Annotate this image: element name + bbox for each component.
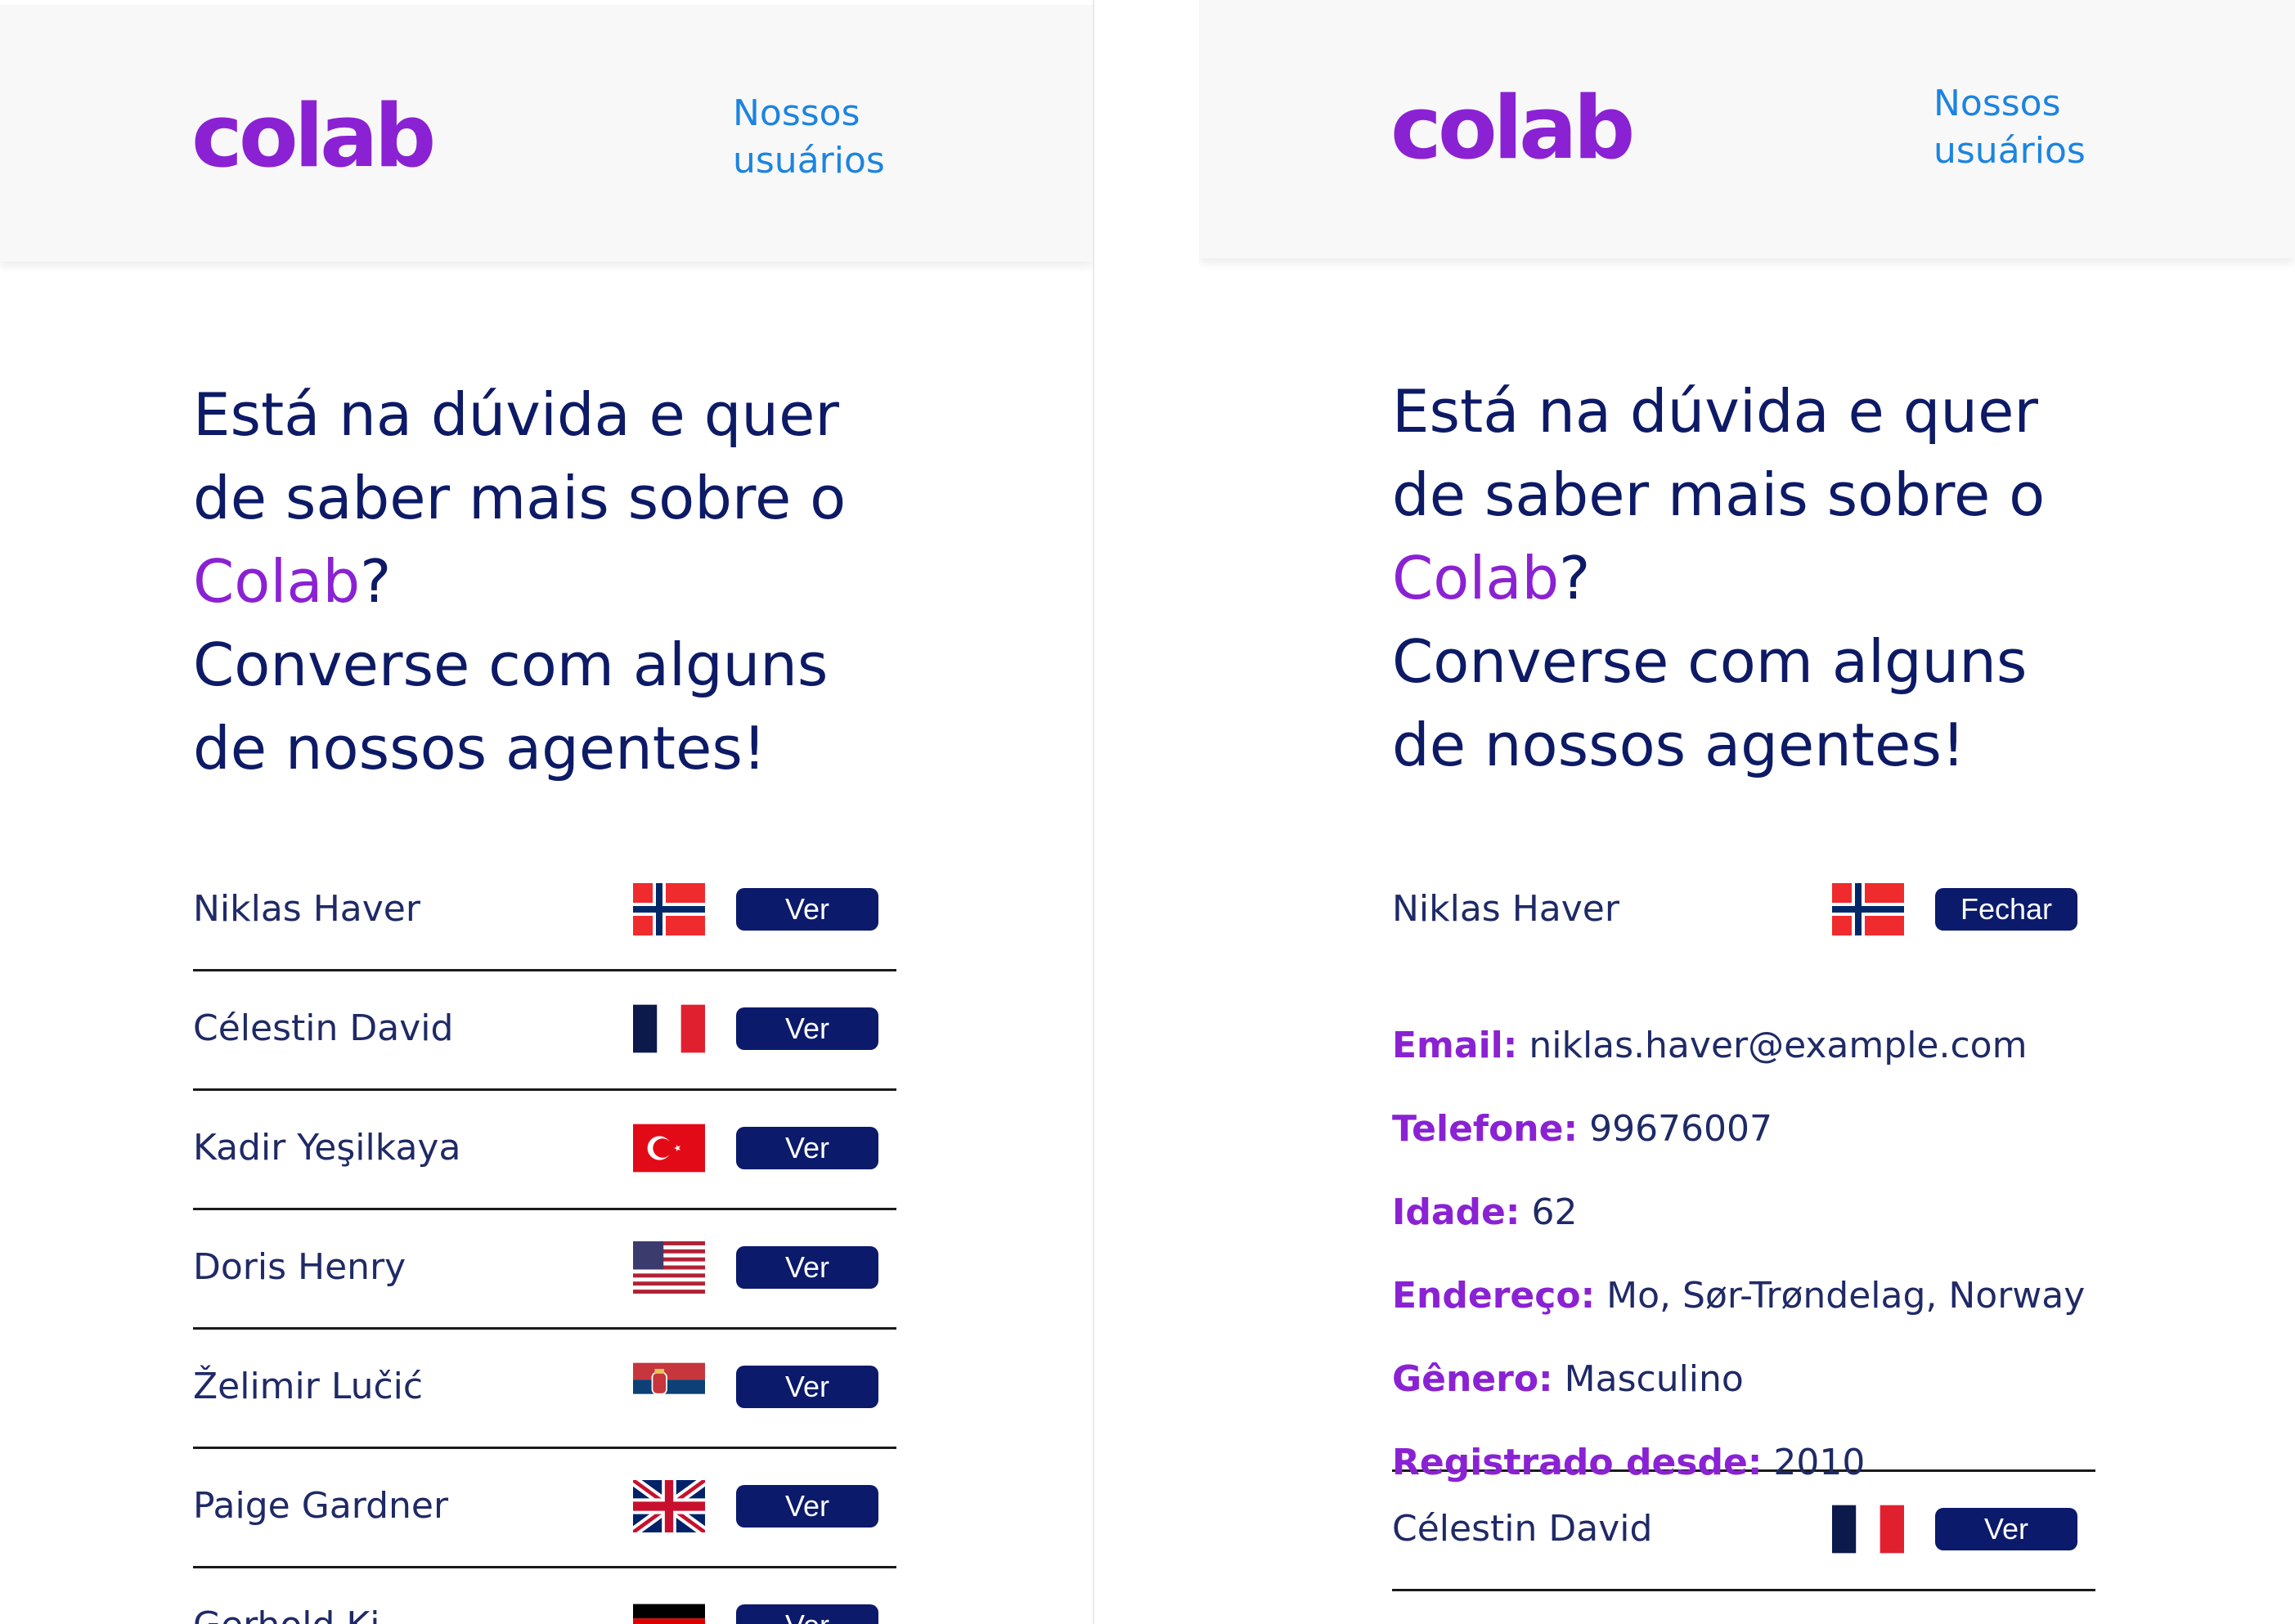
- agent-row-doris-henry: Doris Henry Ver: [193, 1210, 896, 1330]
- turkey-flag-icon: [633, 1122, 705, 1174]
- agent-list: Niklas Haver Ver Célestin David Ver Kadi…: [193, 852, 896, 1624]
- agent-name: Niklas Haver: [193, 888, 420, 930]
- france-flag-icon: [633, 1003, 705, 1055]
- page-headline: Está na dúvida e quer de saber mais sobr…: [193, 373, 913, 790]
- agent-name: Gerhold Ki...: [193, 1601, 414, 1624]
- ver-button[interactable]: Ver: [736, 1604, 878, 1624]
- agent-row-kadir-yesilkaya: Kadir Yeşilkaya Ver: [193, 1091, 896, 1210]
- detail-label: Telefone:: [1392, 1108, 1579, 1150]
- headline-line1: Está na dúvida e quer de saber mais sobr…: [193, 380, 847, 532]
- ver-button[interactable]: Ver: [736, 1007, 878, 1050]
- norway-flag-icon: [633, 883, 705, 935]
- headline-line2: Converse com alguns de nossos agentes!: [193, 630, 829, 783]
- detail-value: Masculino: [1564, 1358, 1744, 1400]
- headline-question-mark: ?: [1559, 544, 1591, 612]
- headline-brand-word: Colab: [193, 547, 361, 616]
- detail-view-screen: colab Nossos usuários Está na dúvida e q…: [1199, 0, 2295, 1624]
- detail-value: Mo, Sør-Trøndelag, Norway: [1606, 1275, 2086, 1317]
- ver-button[interactable]: Ver: [736, 1485, 878, 1528]
- colab-logo[interactable]: colab: [191, 93, 436, 180]
- detail-label: Gênero:: [1392, 1358, 1553, 1400]
- norway-flag-icon: [1832, 883, 1904, 935]
- detail-telefone: Telefone: 99676007: [1392, 1088, 2095, 1171]
- detail-label: Endereço:: [1392, 1275, 1596, 1317]
- site-header: colab Nossos usuários: [0, 5, 1093, 262]
- detail-genero: Gênero: Masculino: [1392, 1338, 2095, 1421]
- agent-name: Želimir Lučić: [193, 1366, 424, 1407]
- agent-details-panel: Email: niklas.haver@example.com Telefone…: [1392, 971, 2095, 1483]
- ver-button[interactable]: Ver: [1935, 1508, 2077, 1550]
- agent-row-partial: Gerhold Ki... Ver: [193, 1568, 896, 1624]
- headline-brand-word: Colab: [1392, 544, 1560, 612]
- agent-list: Niklas Haver Fechar Email: niklas.haver@…: [1392, 852, 2095, 1591]
- fechar-button[interactable]: Fechar: [1935, 888, 2077, 931]
- detail-label: Email:: [1392, 1025, 1518, 1066]
- page-headline: Está na dúvida e quer de saber mais sobr…: [1392, 370, 2112, 787]
- agent-name: Niklas Haver: [1392, 888, 1619, 930]
- uk-flag-icon: [633, 1480, 705, 1532]
- france-flag-icon: [1832, 1503, 1904, 1555]
- headline-line2: Converse com alguns de nossos agentes!: [1392, 627, 2028, 779]
- list-view-screen: colab Nossos usuários Está na dúvida e q…: [0, 0, 1094, 1624]
- agent-name: Kadir Yeşilkaya: [193, 1127, 461, 1169]
- usa-flag-icon: [633, 1241, 705, 1294]
- ver-button[interactable]: Ver: [736, 1366, 878, 1408]
- agent-row-niklas-haver: Niklas Haver Ver: [193, 852, 896, 971]
- detail-endereco: Endereço: Mo, Sør-Trøndelag, Norway: [1392, 1254, 2095, 1338]
- nav-link-nossos-usuarios[interactable]: Nossos usuários: [1933, 80, 2138, 175]
- colab-logo[interactable]: colab: [1390, 85, 1635, 172]
- agent-row-zelimir-lucic: Želimir Lučić Ver: [193, 1330, 896, 1449]
- detail-value: niklas.haver@example.com: [1529, 1025, 2028, 1066]
- ver-button[interactable]: Ver: [736, 888, 878, 931]
- detail-value: 99676007: [1589, 1108, 1773, 1150]
- ver-button[interactable]: Ver: [736, 1127, 878, 1169]
- headline-line1: Está na dúvida e quer de saber mais sobr…: [1392, 377, 2046, 529]
- agent-row-celestin-david: Célestin David Ver: [193, 971, 896, 1091]
- headline-question-mark: ?: [360, 547, 392, 616]
- germany-flag-icon: [633, 1599, 705, 1624]
- nav-link-nossos-usuarios[interactable]: Nossos usuários: [733, 90, 937, 185]
- detail-label: Idade:: [1392, 1191, 1520, 1233]
- agent-row-paige-gardner: Paige Gardner Ver: [193, 1449, 896, 1568]
- detail-idade: Idade: 62: [1392, 1171, 2095, 1254]
- agent-name: Paige Gardner: [193, 1485, 449, 1527]
- agent-name: Doris Henry: [193, 1246, 406, 1288]
- detail-email: Email: niklas.haver@example.com: [1392, 1004, 2095, 1088]
- detail-value: 62: [1531, 1191, 1578, 1233]
- ver-button[interactable]: Ver: [736, 1246, 878, 1289]
- agent-name: Célestin David: [193, 1007, 454, 1049]
- agent-row-celestin-david: Célestin David Ver: [1392, 1472, 2095, 1591]
- site-header: colab Nossos usuários: [1199, 0, 2295, 258]
- agent-name: Célestin David: [1392, 1508, 1653, 1550]
- serbia-flag-icon: [633, 1361, 705, 1413]
- agent-row-niklas-haver-expanded: Niklas Haver Fechar: [1392, 852, 2095, 971]
